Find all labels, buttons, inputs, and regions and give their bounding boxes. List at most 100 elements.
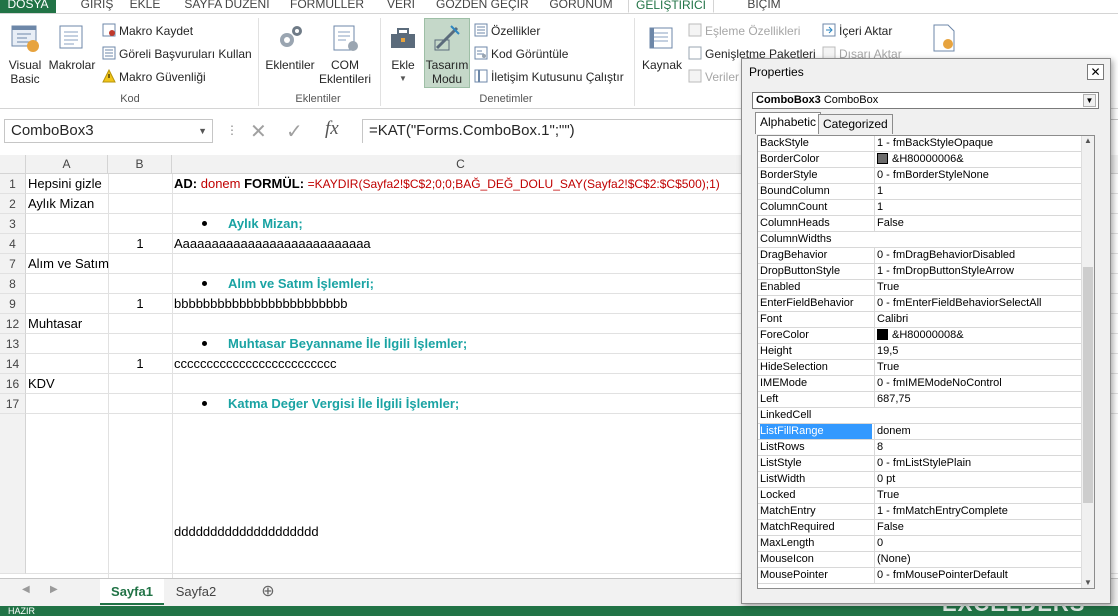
property-row[interactable]: ListRows 8 [758,440,1081,456]
eklentiler-button[interactable]: Eklentiler [262,22,318,72]
cell-b[interactable]: 1 [108,354,172,374]
row-header[interactable]: 14 [0,354,26,374]
sheet-tab-sayfa1[interactable]: Sayfa1 [100,579,164,605]
cell-a[interactable]: Muhtasar [28,314,82,334]
tab-gorunum[interactable]: GÖRÜNÜM [548,0,614,13]
property-row[interactable]: ListFillRange donem [758,424,1081,440]
row-header[interactable] [0,414,26,574]
property-value[interactable]: 0 - fmListStylePlain [874,456,1081,471]
iceri-aktar-button[interactable]: İçeri Aktar [822,23,892,39]
property-value[interactable]: 0 - fmMousePointerDefault [874,568,1081,583]
property-row[interactable]: ForeColor &H80000008& [758,328,1081,344]
document-panel-button[interactable] [928,22,958,58]
property-value[interactable]: True [874,488,1081,503]
property-value[interactable]: False [874,520,1081,535]
row-header[interactable]: 8 [0,274,26,294]
property-value[interactable]: 0 - fmDragBehaviorDisabled [874,248,1081,263]
row-header[interactable]: 9 [0,294,26,314]
object-selector[interactable]: ComboBox3 ComboBox ▼ [752,92,1099,109]
property-value[interactable]: 0 pt [874,472,1081,487]
tab-veri[interactable]: VERİ [384,0,418,13]
property-row[interactable]: Enabled True [758,280,1081,296]
property-row[interactable]: MouseIcon (None) [758,552,1081,568]
property-row[interactable]: DragBehavior 0 - fmDragBehaviorDisabled [758,248,1081,264]
scroll-thumb[interactable] [1083,267,1093,503]
cell-c[interactable]: Alım ve Satım İşlemleri; [202,274,374,294]
makrolar-button[interactable]: Makrolar [48,22,96,72]
property-value[interactable]: &H80000008& [874,328,1081,343]
property-row[interactable]: Height 19,5 [758,344,1081,360]
tab-ekle[interactable]: EKLE [128,0,162,13]
select-all-corner[interactable] [0,155,26,174]
ekle-button[interactable]: Ekle ▼ [384,22,422,86]
cell-b[interactable]: 1 [108,294,172,314]
property-row[interactable]: ListStyle 0 - fmListStylePlain [758,456,1081,472]
property-row[interactable]: IMEMode 0 - fmIMEModeNoControl [758,376,1081,392]
row-header[interactable]: 16 [0,374,26,394]
cancel-icon[interactable]: ✕ [250,119,267,144]
column-header-b[interactable]: B [108,155,172,174]
property-value[interactable]: 1 [874,200,1081,215]
property-value[interactable]: 0 - fmBorderStyleNone [874,168,1081,183]
tab-formuller[interactable]: FORMÜLLER [290,0,364,13]
row-header[interactable]: 17 [0,394,26,414]
property-row[interactable]: MatchRequired False [758,520,1081,536]
cell-c[interactable]: Aylık Mizan; [202,214,303,234]
property-row[interactable]: LinkedCell [758,408,1081,424]
cell-a[interactable]: Hepsini gizle [28,174,102,194]
property-row[interactable]: BoundColumn 1 [758,184,1081,200]
property-value[interactable]: Calibri [874,312,1081,327]
row-header[interactable]: 13 [0,334,26,354]
row-header[interactable]: 7 [0,254,26,274]
property-row[interactable]: BorderColor &H80000006& [758,152,1081,168]
property-value[interactable]: 1 - fmBackStyleOpaque [874,136,1081,151]
add-sheet-icon[interactable]: ⊕ [256,579,280,605]
tab-alphabetic[interactable]: Alphabetic [755,112,822,134]
property-row[interactable]: Font Calibri [758,312,1081,328]
chevron-down-icon[interactable]: ▼ [198,120,207,142]
cell-a[interactable]: Aylık Mizan [28,194,94,214]
tab-bicim[interactable]: BİÇİM [732,0,796,13]
cell-b[interactable]: 1 [108,234,172,254]
row-header[interactable]: 3 [0,214,26,234]
next-sheet-icon[interactable]: ▶ [50,584,58,595]
cell-a[interactable]: KDV [28,374,55,394]
scroll-down-icon[interactable]: ▼ [1084,578,1092,587]
property-value[interactable]: &H80000006& [874,152,1081,167]
property-value[interactable]: 0 - fmIMEModeNoControl [874,376,1081,391]
row-header[interactable]: 2 [0,194,26,214]
tab-giris[interactable]: GİRİŞ [75,0,119,13]
cell-c[interactable]: AD: donem FORMÜL: =KAYDIR(Sayfa2!$C$2;0;… [174,174,720,194]
visual-basic-button[interactable]: Visual Basic [4,22,46,86]
property-value[interactable]: 1 [874,184,1081,199]
cell-c[interactable]: Katma Değer Vergisi İle İlgili İşlemler; [202,394,459,414]
property-row[interactable]: ListWidth 0 pt [758,472,1081,488]
check-icon[interactable]: ✓ [286,119,303,144]
property-value[interactable]: 19,5 [874,344,1081,359]
property-value[interactable]: 8 [874,440,1081,455]
kaynak-button[interactable]: Kaynak [640,22,684,72]
cell-c[interactable]: Aaaaaaaaaaaaaaaaaaaaaaaaaaa [174,234,371,254]
tab-sayfa-duzeni[interactable]: SAYFA DÜZENİ [182,0,272,13]
property-row[interactable]: BackStyle 1 - fmBackStyleOpaque [758,136,1081,152]
property-value[interactable]: 0 - fmEnterFieldBehaviorSelectAll [874,296,1081,311]
property-value[interactable]: donem [874,424,1081,439]
property-row[interactable]: Left 687,75 [758,392,1081,408]
property-row[interactable]: MousePointer 0 - fmMousePointerDefault [758,568,1081,584]
column-header-c[interactable]: C [172,155,750,174]
property-row[interactable]: HideSelection True [758,360,1081,376]
property-value[interactable]: True [874,280,1081,295]
tab-gozden-gecir[interactable]: GÖZDEN GEÇİR [436,0,529,13]
veriler-button[interactable]: Veriler [688,69,739,85]
property-row[interactable]: Locked True [758,488,1081,504]
tab-dosya[interactable]: DOSYA [0,0,56,13]
cell-c[interactable]: dddddddddddddddddddd [174,522,319,542]
tasarim-modu-button[interactable]: Tasarım Modu [424,18,470,88]
property-value[interactable]: True [874,360,1081,375]
property-row[interactable]: MaxLength 0 [758,536,1081,552]
property-row[interactable]: ColumnWidths [758,232,1081,248]
tab-gelistirici[interactable]: GELİŞTİRİCİ [628,0,714,13]
cell-a[interactable]: Alım ve Satım [28,254,109,274]
row-header[interactable]: 12 [0,314,26,334]
property-row[interactable]: ColumnHeads False [758,216,1081,232]
